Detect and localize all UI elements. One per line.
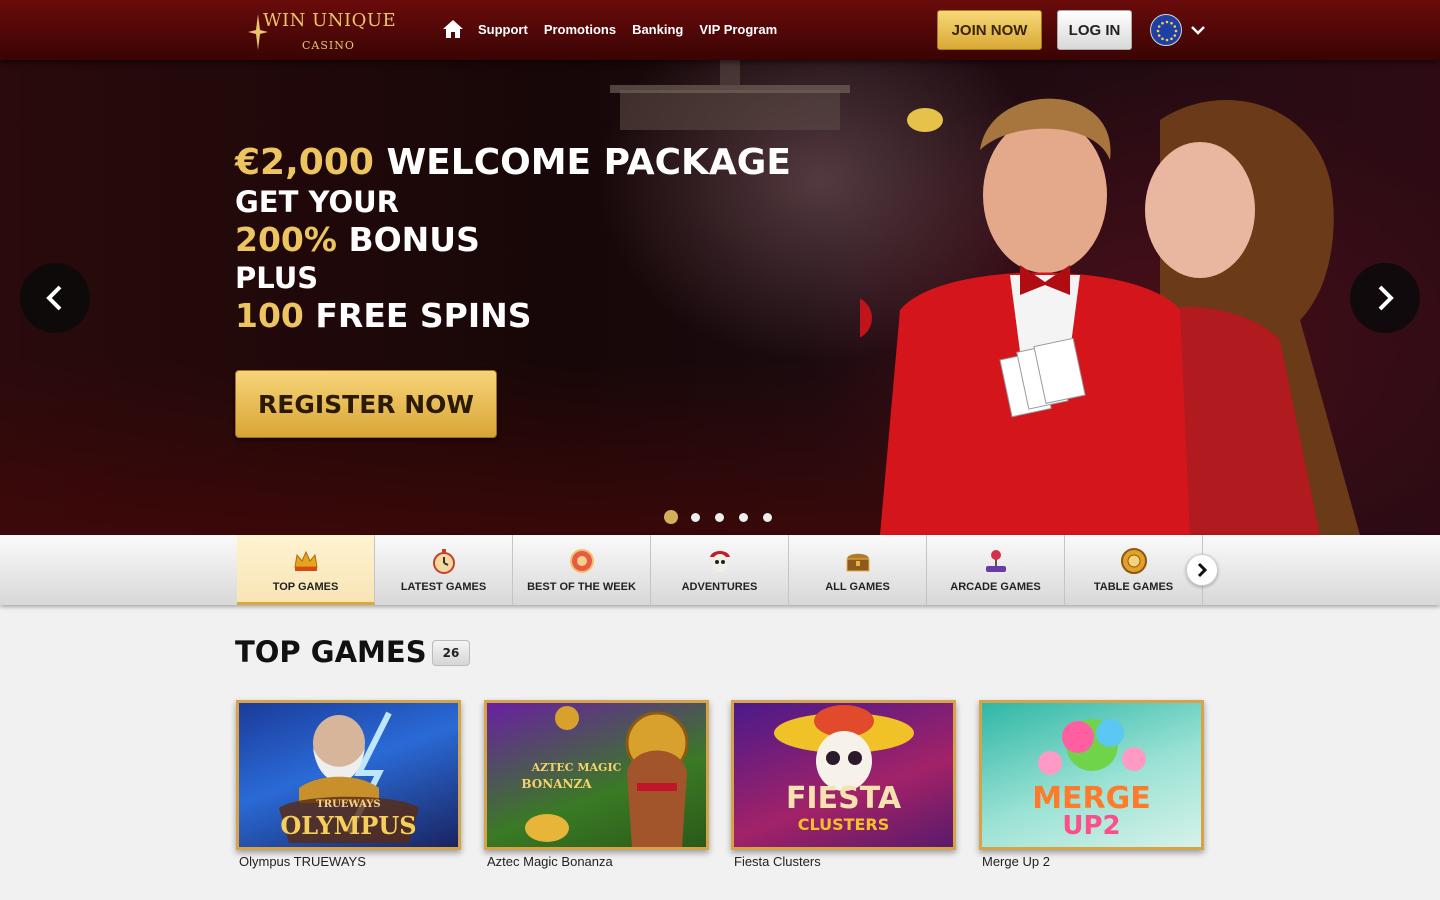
section-title: TOP GAMES (235, 635, 427, 669)
hero-line-get-your: GET YOUR (235, 185, 399, 219)
game-thumbnail[interactable]: TRUEWAYS OLYMPUS (236, 700, 461, 850)
crown-icon (293, 550, 318, 571)
category-label: TABLE GAMES (1093, 581, 1174, 593)
game-thumbnail[interactable]: AZTEC MAGIC BONANZA (484, 700, 709, 850)
thumb-title: BONANZA (521, 777, 592, 791)
category-table-games[interactable]: TABLE GAMES (1065, 535, 1203, 605)
join-now-button[interactable]: JOIN NOW (937, 10, 1042, 50)
hero-prev-button[interactable] (20, 263, 90, 333)
category-label: TOP GAMES (272, 581, 339, 593)
hero-line-spins: 100 FREE SPINS (235, 296, 791, 336)
nav-promotions[interactable]: Promotions (544, 22, 616, 37)
category-top-games[interactable]: TOP GAMES (237, 535, 375, 605)
game-name[interactable]: Olympus TRUEWAYS (239, 854, 461, 869)
bonus-amount: €2,000 (235, 142, 374, 183)
poker-chip-icon (1120, 548, 1147, 574)
slide-indicators (664, 510, 787, 524)
thumb-subtitle: CLUSTERS (797, 815, 890, 834)
joystick-icon (985, 550, 1006, 572)
thumb-title: OLYMPUS (280, 811, 417, 840)
hero-line-plus: PLUS (235, 261, 319, 295)
category-label: BEST OF THE WEEK (527, 581, 636, 593)
games-count-badge: 26 (432, 640, 470, 666)
chevron-right-icon (1197, 562, 1208, 578)
pirate-skull-icon (709, 551, 730, 572)
category-arcade-games[interactable]: ARCADE GAMES (927, 535, 1065, 605)
category-all-games[interactable]: ALL GAMES (789, 535, 927, 605)
game-thumbnail[interactable]: FIESTA CLUSTERS (731, 700, 956, 850)
free-spins-count: 100 (235, 296, 304, 335)
category-label: ALL GAMES (825, 581, 890, 593)
nav-banking[interactable]: Banking (632, 22, 683, 37)
game-name[interactable]: Aztec Magic Bonanza (487, 854, 709, 869)
category-label: ADVENTURES (681, 581, 758, 593)
thumb-subtitle: UP2 (1062, 811, 1121, 841)
category-label: ARCADE GAMES (950, 581, 1041, 593)
game-name[interactable]: Fiesta Clusters (734, 854, 956, 869)
logo-subtext: CASINO (302, 39, 355, 52)
game-card-olympus[interactable]: TRUEWAYS OLYMPUS Olympus TRUEWAYS (236, 700, 461, 869)
free-spins-text: FREE SPINS (303, 296, 532, 335)
category-label: LATEST GAMES (400, 581, 487, 593)
thumb-subtitle: TRUEWAYS (316, 799, 381, 810)
hero-title: €2,000 WELCOME PACKAGE (235, 142, 791, 184)
slide-dot-2[interactable] (691, 512, 700, 522)
game-card-merge-up-2[interactable]: MERGE UP2 Merge Up 2 (979, 700, 1204, 869)
logo-text: WIN UNIQUE (263, 10, 397, 31)
thumb-title: FIESTA (785, 781, 902, 816)
log-in-button[interactable]: LOG IN (1057, 10, 1132, 50)
site-header: WIN UNIQUE CASINO Support Promotions Ban… (0, 0, 1440, 60)
home-icon[interactable] (442, 19, 464, 39)
bonus-text: BONUS (336, 220, 480, 259)
medal-icon (569, 549, 594, 573)
language-selector[interactable] (1150, 14, 1210, 46)
category-next-button[interactable] (1186, 554, 1218, 586)
slide-dot-3[interactable] (715, 512, 724, 522)
slide-dot-4[interactable] (739, 512, 748, 522)
game-thumbnail[interactable]: MERGE UP2 (979, 700, 1204, 850)
nav-vip-program[interactable]: VIP Program (699, 22, 777, 37)
register-now-button[interactable]: REGISTER NOW (235, 370, 497, 438)
logo[interactable]: WIN UNIQUE CASINO (248, 8, 397, 54)
chandelier-illustration (610, 60, 850, 130)
hero-headline: €2,000 WELCOME PACKAGE GET YOUR 200% BON… (235, 142, 791, 336)
slide-dot-5[interactable] (763, 512, 772, 522)
thumb-subtitle: AZTEC MAGIC (531, 761, 622, 774)
aztec-warrior-illustration (525, 706, 689, 847)
category-adventures[interactable]: ADVENTURES (651, 535, 789, 605)
eu-flag-icon (1150, 14, 1182, 46)
game-card-aztec-magic-bonanza[interactable]: AZTEC MAGIC BONANZA Aztec Magic Bonanza (484, 700, 709, 869)
hero-next-button[interactable] (1350, 263, 1420, 333)
game-name[interactable]: Merge Up 2 (982, 854, 1204, 869)
hero-line-bonus: 200% BONUS (235, 220, 791, 260)
game-card-fiesta-clusters[interactable]: FIESTA CLUSTERS Fiesta Clusters (731, 700, 956, 869)
bonus-percent: 200% (235, 220, 337, 259)
category-latest-games[interactable]: LATEST GAMES (375, 535, 513, 605)
stopwatch-icon (432, 549, 455, 574)
nav-support[interactable]: Support (478, 22, 528, 37)
chevron-right-icon (1378, 285, 1394, 311)
chevron-down-icon (1191, 26, 1205, 35)
main-nav: Support Promotions Banking VIP Program (442, 18, 793, 40)
game-category-bar: TOP GAMES LATEST GAMES BEST OF THE WEEK … (0, 535, 1440, 605)
category-best-of-the-week[interactable]: BEST OF THE WEEK (513, 535, 651, 605)
treasure-chest-icon (846, 553, 869, 572)
slide-dot-1[interactable] (664, 510, 678, 524)
hero-banner[interactable]: €2,000 WELCOME PACKAGE GET YOUR 200% BON… (0, 60, 1440, 535)
welcome-package-text: WELCOME PACKAGE (373, 142, 791, 183)
chevron-left-icon (46, 285, 62, 311)
